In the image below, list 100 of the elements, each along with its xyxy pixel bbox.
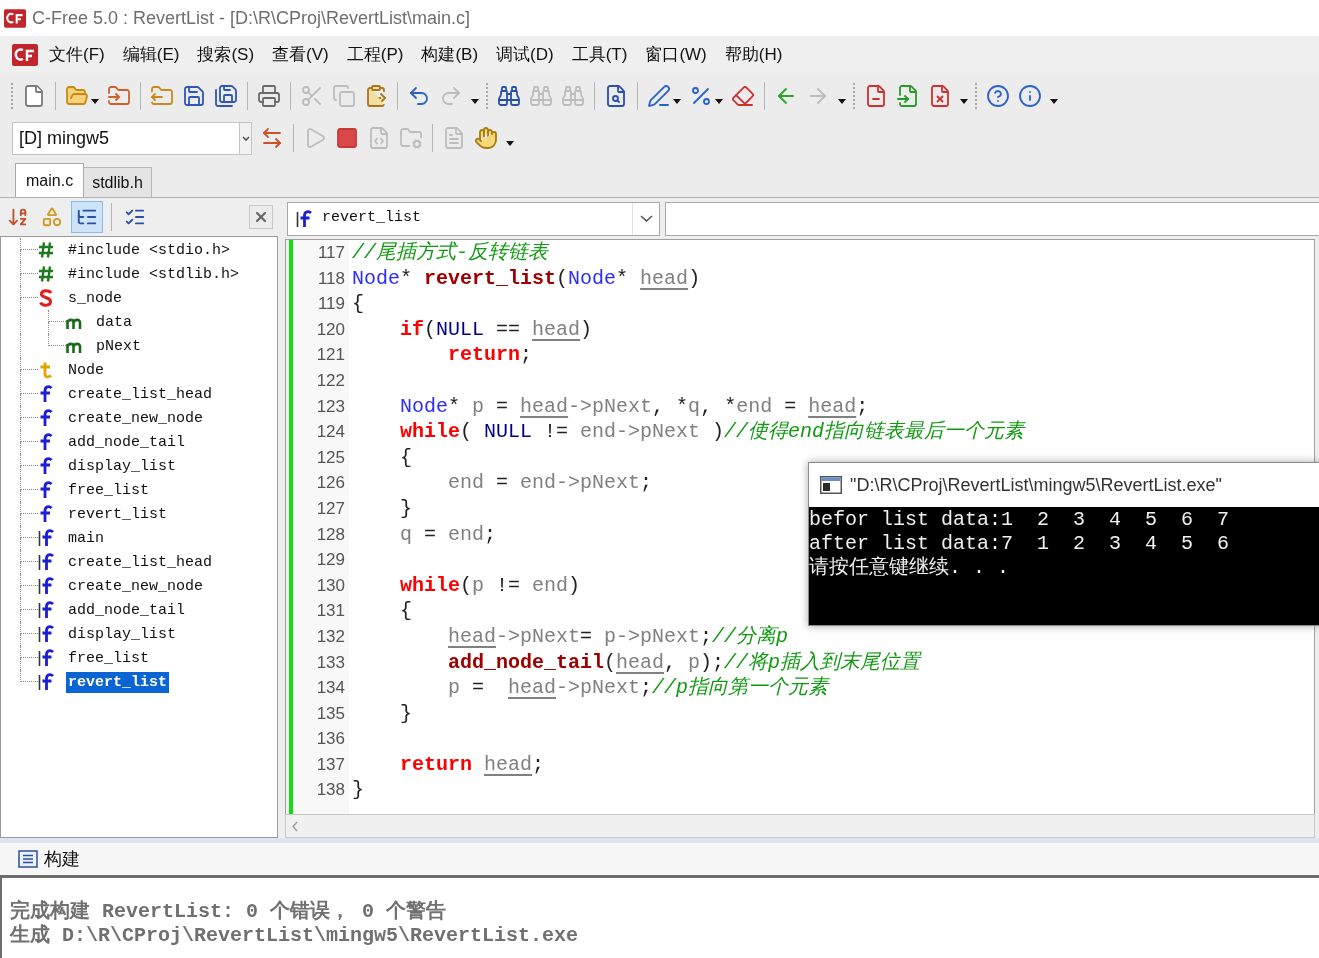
file-icon[interactable] xyxy=(22,84,46,108)
pen-icon[interactable] xyxy=(647,84,671,108)
tree-item[interactable]: Node xyxy=(66,359,106,381)
menu-item[interactable]: 工程(P) xyxy=(337,42,413,68)
code-line: return; xyxy=(448,343,533,367)
caret-icon[interactable] xyxy=(960,98,968,104)
document-arrow-icon[interactable] xyxy=(896,84,920,108)
tree-item[interactable]: revert_list xyxy=(66,503,170,525)
caret-icon[interactable] xyxy=(838,98,846,104)
close-button[interactable] xyxy=(249,205,273,229)
caret-icon[interactable] xyxy=(673,98,681,104)
tree-item[interactable]: add_node_tail xyxy=(66,599,188,621)
bar-f-icon xyxy=(38,553,54,571)
line-number: 121 xyxy=(316,345,345,365)
horizontal-scrollbar[interactable] xyxy=(285,814,1315,838)
folder-arrow-icon[interactable] xyxy=(150,84,174,108)
menu-item[interactable]: 构建(B) xyxy=(412,42,488,68)
code-line: q = end; xyxy=(400,522,497,546)
chevron-left-icon[interactable] xyxy=(292,820,298,832)
save-all-icon[interactable] xyxy=(214,84,238,108)
letter-f-icon xyxy=(38,457,54,475)
document-minus-icon[interactable] xyxy=(864,84,888,108)
dropdown-field[interactable] xyxy=(665,201,1319,236)
tree-item[interactable]: add_node_tail xyxy=(66,431,188,453)
tree-item[interactable]: pNext xyxy=(94,335,143,357)
help-icon[interactable] xyxy=(986,84,1010,108)
line-number: 137 xyxy=(316,754,345,774)
code-line: Node* p = head->pNext, *q, *end = head; xyxy=(400,394,869,418)
undo-icon[interactable] xyxy=(407,84,431,108)
document-x-icon[interactable] xyxy=(928,84,952,108)
line-number: 133 xyxy=(316,652,345,672)
swap-arrows-icon[interactable] xyxy=(260,126,284,150)
tree-item[interactable]: free_list xyxy=(66,479,151,501)
code-line: Node* revert_list(Node* head) xyxy=(352,266,701,290)
caret-icon[interactable] xyxy=(91,98,99,104)
menu-item[interactable]: 搜索(S) xyxy=(188,42,264,68)
file-search-icon[interactable] xyxy=(604,84,628,108)
tree-item[interactable]: create_new_node xyxy=(66,575,206,597)
menu-item[interactable]: 窗口(W) xyxy=(636,42,716,68)
menu-item[interactable]: 编辑(E) xyxy=(113,42,189,68)
printer-icon[interactable] xyxy=(257,84,281,108)
caret-icon[interactable] xyxy=(715,98,723,104)
tree-item[interactable]: #include <stdio.h> xyxy=(66,239,233,261)
code-line: } xyxy=(400,496,412,520)
tree-item[interactable]: create_list_head xyxy=(66,551,215,573)
tree-item[interactable]: #include <stdlib.h> xyxy=(66,263,242,285)
stop-icon[interactable] xyxy=(335,126,359,150)
code-line: } xyxy=(400,701,412,725)
binoculars-icon[interactable] xyxy=(497,84,521,108)
tree-item[interactable]: create_new_node xyxy=(66,407,206,429)
tree-item[interactable]: create_list_head xyxy=(66,383,215,405)
panel-view-button[interactable] xyxy=(71,201,103,233)
info-icon[interactable] xyxy=(1018,84,1042,108)
tree-item[interactable]: revert_list xyxy=(66,671,170,693)
letter-s-icon xyxy=(38,289,54,307)
line-number: 118 xyxy=(317,268,345,288)
sort-az-icon xyxy=(7,206,29,228)
hand-icon[interactable] xyxy=(474,126,498,150)
caret-icon[interactable] xyxy=(1050,98,1058,104)
tree-item[interactable]: display_list xyxy=(66,455,179,477)
tree-item[interactable]: display_list xyxy=(66,623,179,645)
tree-item[interactable]: free_list xyxy=(66,647,151,669)
caret-icon[interactable] xyxy=(506,140,514,146)
letter-t-icon xyxy=(38,361,54,379)
file-tab[interactable]: stdlib.h xyxy=(84,167,152,197)
line-number: 134 xyxy=(316,678,345,698)
bar-f-icon xyxy=(38,625,54,643)
menu-item[interactable]: 调试(D) xyxy=(487,42,563,68)
save-icon[interactable] xyxy=(182,84,206,108)
line-number: 125 xyxy=(316,447,345,467)
output-line: 完成构建 RevertList: 0 个错误， 0 个警告 xyxy=(10,900,447,923)
line-number: 124 xyxy=(316,422,345,442)
line-number: 126 xyxy=(316,473,345,493)
code-line: } xyxy=(352,778,364,802)
tree-item[interactable]: s_node xyxy=(66,287,124,309)
caret-icon[interactable] xyxy=(471,98,479,104)
folder-arrow-icon[interactable] xyxy=(107,84,131,108)
window-title: C-Free 5.0 : RevertList - [D:\R\CProj\RevertList\main.c] xyxy=(32,6,471,30)
menu-item[interactable]: 工具(T) xyxy=(562,42,637,68)
compiler-select[interactable]: [D] mingw5 xyxy=(12,121,252,155)
output-line: 生成 D:\R\CProj\RevertList\mingw5\RevertList.exe xyxy=(10,924,579,947)
menu-item[interactable]: 查看(V) xyxy=(263,42,338,68)
code-line: add_node_tail(head, p);//将p插入到末尾位置 xyxy=(448,650,921,674)
letter-f-icon xyxy=(38,481,54,499)
tree-item[interactable]: main xyxy=(66,527,106,549)
build-tab[interactable]: 构建 xyxy=(18,845,80,873)
bar-f-icon xyxy=(296,209,312,228)
file-tab[interactable]: main.c xyxy=(15,163,85,197)
line-number: 117 xyxy=(317,243,345,262)
menu-item[interactable]: 文件(F) xyxy=(40,42,114,68)
letter-f-icon xyxy=(38,409,54,427)
function-select[interactable]: revert_list xyxy=(287,201,660,236)
percent-icon[interactable] xyxy=(689,84,713,108)
bar-f-icon xyxy=(38,673,54,691)
tree-item[interactable]: data xyxy=(94,311,134,333)
menu-item[interactable]: 帮助(H) xyxy=(715,42,792,68)
bar-f-icon xyxy=(38,601,54,619)
clipboard-icon[interactable] xyxy=(364,84,388,108)
eraser-icon[interactable] xyxy=(731,84,755,108)
list-icon xyxy=(18,850,38,868)
